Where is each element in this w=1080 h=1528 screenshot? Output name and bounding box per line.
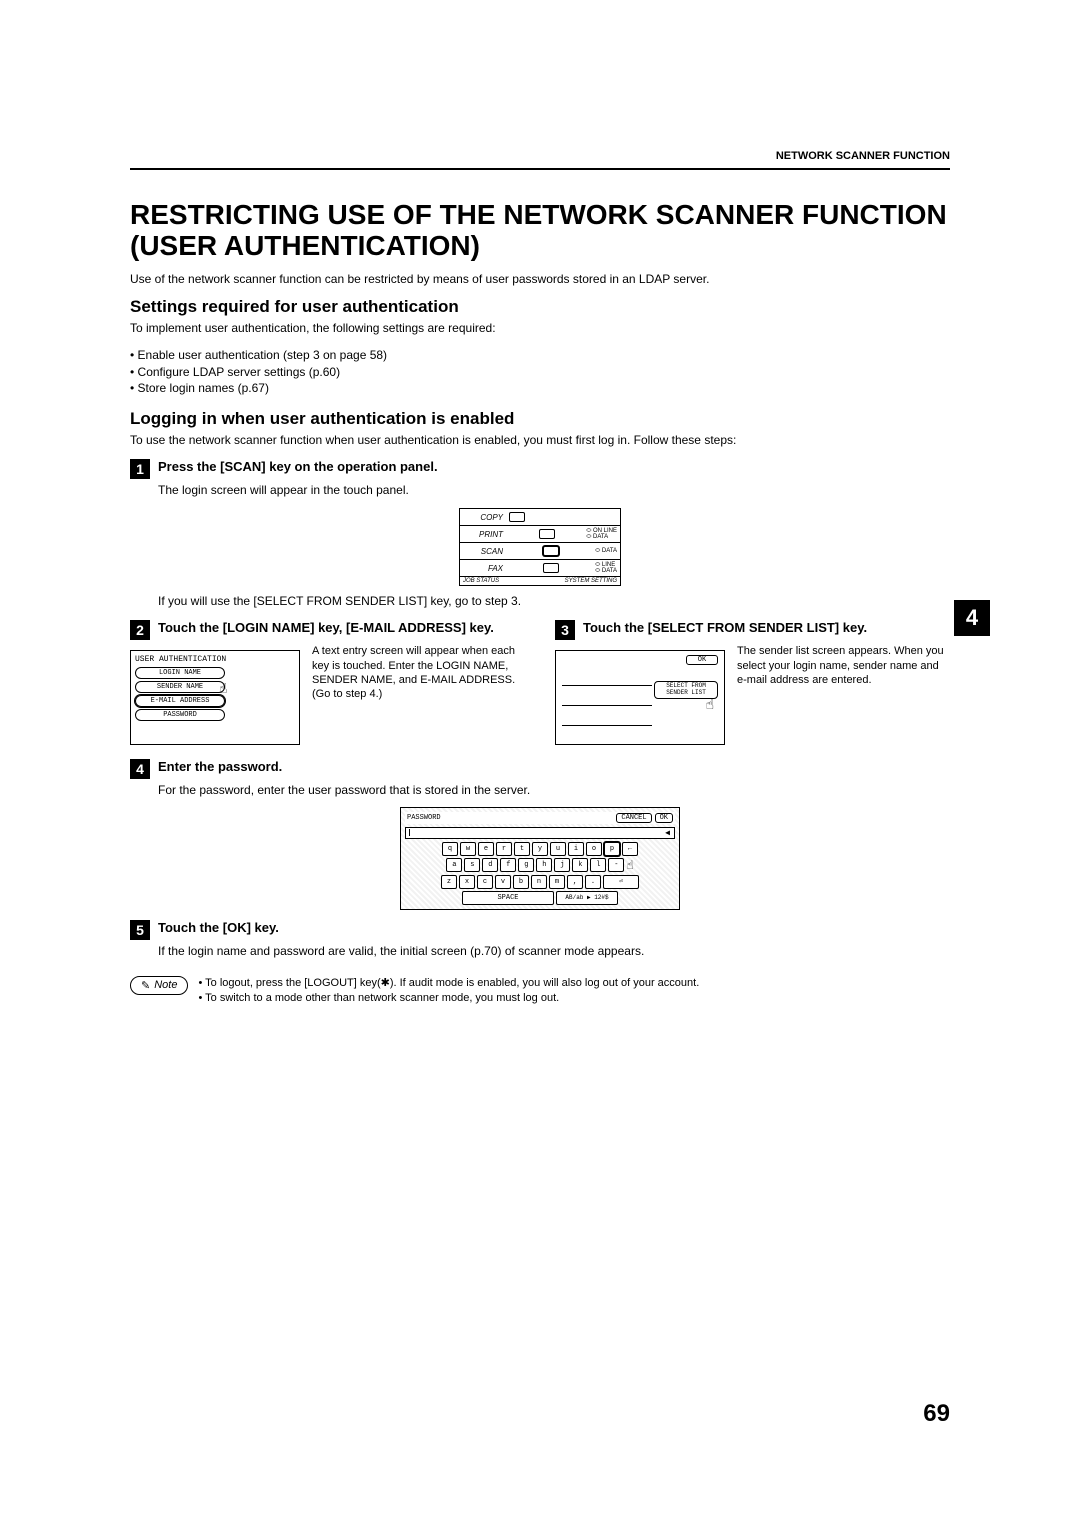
bullet-item: • Store login names (p.67) <box>130 380 950 397</box>
horizontal-rule <box>130 168 950 170</box>
bullet-item: • Configure LDAP server settings (p.60) <box>130 364 950 381</box>
panel-button <box>543 546 559 556</box>
key: n <box>531 875 547 889</box>
key: f <box>500 858 516 872</box>
panel-fax-label: FAX <box>463 564 503 573</box>
step5-desc: If the login name and password are valid… <box>158 944 950 960</box>
bullet-item: • Enable user authentication (step 3 on … <box>130 347 950 364</box>
panel-copy-label: COPY <box>463 513 503 522</box>
note-text: • To logout, press the [LOGOUT] key(✱). … <box>198 976 699 1007</box>
key: b <box>513 875 529 889</box>
hand-pointer-icon: ☝ <box>626 858 633 873</box>
page-title: RESTRICTING USE OF THE NETWORK SCANNER F… <box>130 200 950 262</box>
step-title: Touch the [SELECT FROM SENDER LIST] key. <box>583 620 867 636</box>
settings-intro: To implement user authentication, the fo… <box>130 321 950 337</box>
key: p <box>604 842 620 856</box>
section-header: NETWORK SCANNER FUNCTION <box>130 150 950 162</box>
panel-scan-label: SCAN <box>463 547 503 556</box>
subheading-logging: Logging in when user authentication is e… <box>130 409 950 429</box>
key: - <box>608 858 624 872</box>
step-number: 3 <box>555 620 575 640</box>
key: l <box>590 858 606 872</box>
key: c <box>477 875 493 889</box>
step3-text: The sender list screen appears. When you… <box>737 644 950 687</box>
key: j <box>554 858 570 872</box>
mode-key: AB/ab ▶ 12#$ <box>556 891 618 905</box>
key: w <box>460 842 476 856</box>
diagram-title: USER AUTHENTICATION <box>135 655 295 664</box>
step1-after-note: If you will use the [SELECT FROM SENDER … <box>158 594 950 608</box>
led-label: DATA <box>595 568 617 574</box>
note-badge: Note <box>130 976 188 995</box>
step-title: Enter the password. <box>158 759 282 775</box>
panel-button <box>543 563 559 573</box>
subheading-settings: Settings required for user authenticatio… <box>130 297 950 317</box>
key: s <box>464 858 480 872</box>
operation-panel-diagram: COPY PRINTON LINEDATA SCANDATA FAXLINEDA… <box>459 508 621 586</box>
enter-key: ⏎ <box>603 875 639 889</box>
step-number: 5 <box>130 920 150 940</box>
login-name-button: LOGIN NAME <box>135 667 225 679</box>
kb-title: PASSWORD <box>407 814 441 822</box>
key: , <box>567 875 583 889</box>
key: g <box>518 858 534 872</box>
step-number: 2 <box>130 620 150 640</box>
key: h <box>536 858 552 872</box>
led-label: DATA <box>586 534 617 540</box>
step-title: Touch the [OK] key. <box>158 920 279 936</box>
key: u <box>550 842 566 856</box>
panel-print-label: PRINT <box>463 530 503 539</box>
key: r <box>496 842 512 856</box>
chapter-tab: 4 <box>954 600 990 636</box>
panel-systemsetting-label: SYSTEM SETTING <box>565 578 617 584</box>
key: v <box>495 875 511 889</box>
key: o <box>586 842 602 856</box>
step-title: Touch the [LOGIN NAME] key, [E-MAIL ADDR… <box>158 620 494 636</box>
logging-intro: To use the network scanner function when… <box>130 433 950 449</box>
step2-text: A text entry screen will appear when eac… <box>312 644 525 701</box>
panel-button <box>539 529 555 539</box>
select-from-sender-button: SELECT FROM SENDER LIST <box>654 681 718 698</box>
key: k <box>572 858 588 872</box>
step-title: Press the [SCAN] key on the operation pa… <box>158 459 438 475</box>
password-button: PASSWORD <box>135 709 225 721</box>
user-auth-diagram: USER AUTHENTICATION LOGIN NAME SENDER NA… <box>130 650 300 745</box>
email-address-button: E-MAIL ADDRESS <box>135 695 225 707</box>
note-line: • To logout, press the [LOGOUT] key(✱). … <box>198 976 699 991</box>
key: x <box>459 875 475 889</box>
sender-name-button: SENDER NAME <box>135 681 225 693</box>
step4-desc: For the password, enter the user passwor… <box>158 783 950 799</box>
bullet-list: • Enable user authentication (step 3 on … <box>130 347 950 397</box>
step-desc: The login screen will appear in the touc… <box>158 483 950 499</box>
password-input-display: ◀ <box>405 827 675 839</box>
hand-pointer-icon: ☝ <box>706 697 714 714</box>
key: q <box>442 842 458 856</box>
key: . <box>585 875 601 889</box>
key: a <box>446 858 462 872</box>
note-line: • To switch to a mode other than network… <box>198 991 699 1006</box>
key: y <box>532 842 548 856</box>
key: t <box>514 842 530 856</box>
step-number: 1 <box>130 459 150 479</box>
ok-button: OK <box>655 813 673 823</box>
space-key: SPACE <box>462 891 554 905</box>
key: e <box>478 842 494 856</box>
ok-button: OK <box>686 655 718 665</box>
cancel-button: CANCEL <box>616 813 651 823</box>
key: z <box>441 875 457 889</box>
password-keyboard-diagram: PASSWORD CANCEL OK ◀ q w e r t y u i o p… <box>400 807 680 910</box>
intro-text: Use of the network scanner function can … <box>130 272 950 288</box>
key: d <box>482 858 498 872</box>
key: m <box>549 875 565 889</box>
panel-jobstatus-label: JOB STATUS <box>463 578 499 584</box>
panel-button <box>509 512 525 522</box>
backspace-key: ← <box>622 842 638 856</box>
step-number: 4 <box>130 759 150 779</box>
hand-pointer-icon: ☝ <box>219 681 227 698</box>
page-number: 69 <box>923 1400 950 1428</box>
sender-list-diagram: OK SELECT FROM SENDER LIST ☝ <box>555 650 725 745</box>
key: i <box>568 842 584 856</box>
led-label: DATA <box>595 548 617 554</box>
